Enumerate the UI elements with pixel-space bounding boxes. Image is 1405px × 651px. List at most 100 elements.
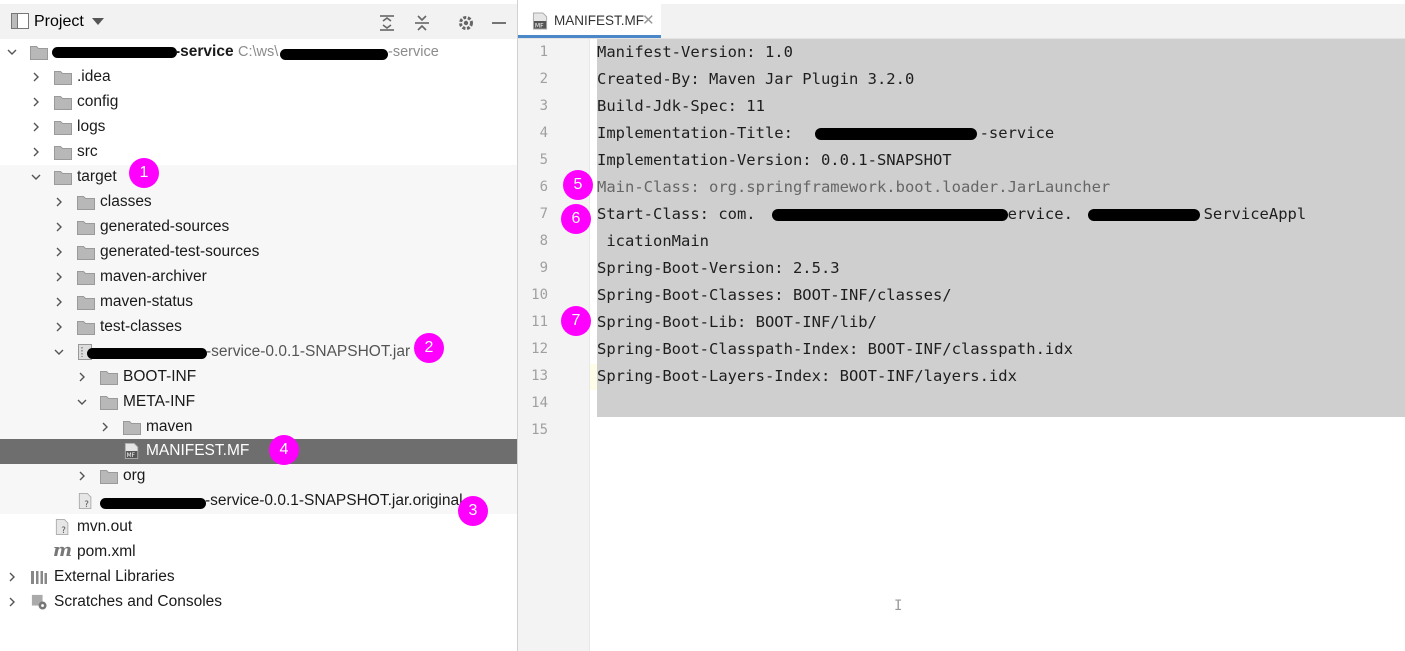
folder-icon xyxy=(54,146,72,160)
tree-item-generated-test-sources[interactable]: generated-test-sources xyxy=(0,240,517,265)
chevron-right-icon[interactable] xyxy=(29,70,43,84)
line-number: 13 xyxy=(531,368,548,384)
close-icon[interactable]: ✕ xyxy=(642,11,655,29)
chevron-down-icon[interactable] xyxy=(52,345,66,359)
tree-item-label: config xyxy=(77,93,119,110)
tree-item-classes[interactable]: classes xyxy=(0,190,517,215)
tree-item-boot-inf[interactable]: BOOT-INF xyxy=(0,365,517,390)
tree-item-path-suffix: -service xyxy=(388,44,439,60)
tree-item-scratches[interactable]: Scratches and Consoles xyxy=(0,590,517,615)
tree-item-src[interactable]: src xyxy=(0,140,517,165)
annotation-badge: 2 xyxy=(414,333,444,363)
tree-item-label: BOOT-INF xyxy=(123,368,197,385)
dropdown-arrow-icon[interactable] xyxy=(92,18,104,25)
tree-item-pom[interactable]: m pom.xml xyxy=(0,540,517,565)
chevron-right-icon[interactable] xyxy=(52,195,66,209)
chevron-right-icon[interactable] xyxy=(5,595,19,609)
code-line[interactable]: Main-Class: org.springframework.boot.loa… xyxy=(597,178,1110,196)
redaction xyxy=(1088,209,1200,221)
tree-item-maven[interactable]: maven xyxy=(0,415,517,440)
project-view-title[interactable]: Project xyxy=(34,13,84,31)
tree-item-root[interactable]: -service C:\ws\ -service xyxy=(0,40,517,65)
settings-gear-icon[interactable] xyxy=(457,14,475,32)
tree-item-idea[interactable]: .idea xyxy=(0,65,517,90)
chevron-right-icon[interactable] xyxy=(75,370,89,384)
chevron-right-icon[interactable] xyxy=(52,270,66,284)
line-number: 8 xyxy=(539,233,548,249)
svg-text:?: ? xyxy=(61,526,66,535)
line-number: 5 xyxy=(539,152,548,168)
code-line[interactable]: Implementation-Version: 0.0.1-SNAPSHOT xyxy=(597,151,952,169)
code-line[interactable]: Spring-Boot-Classpath-Index: BOOT-INF/cl… xyxy=(597,340,1073,358)
tree-item-meta-inf[interactable]: META-INF xyxy=(0,390,517,415)
editor-tab-bar: MF MANIFEST.MF ✕ xyxy=(518,4,1405,39)
chevron-down-icon[interactable] xyxy=(5,45,19,59)
unknown-file-icon: ? xyxy=(78,493,92,509)
tab-manifest[interactable]: MF MANIFEST.MF ✕ xyxy=(518,4,661,38)
annotation-badge: 7 xyxy=(561,306,591,336)
redaction xyxy=(280,49,388,60)
chevron-right-icon[interactable] xyxy=(52,220,66,234)
tree-item-generated-sources[interactable]: generated-sources xyxy=(0,215,517,240)
svg-text:?: ? xyxy=(84,500,89,509)
chevron-right-icon[interactable] xyxy=(75,469,89,483)
folder-icon xyxy=(100,470,118,484)
tree-item-maven-status[interactable]: maven-status xyxy=(0,290,517,315)
folder-icon xyxy=(123,421,141,435)
svg-text:MF: MF xyxy=(127,453,135,459)
chevron-right-icon[interactable] xyxy=(52,320,66,334)
chevron-right-icon[interactable] xyxy=(52,245,66,259)
redaction xyxy=(87,348,207,359)
code-line[interactable]: Manifest-Version: 1.0 xyxy=(597,43,793,61)
code-line[interactable]: Created-By: Maven Jar Plugin 3.2.0 xyxy=(597,70,914,88)
chevron-right-icon[interactable] xyxy=(98,420,112,434)
expand-all-icon[interactable] xyxy=(378,14,396,32)
hide-minus-icon[interactable] xyxy=(490,14,508,32)
tree-item-label: -service-0.0.1-SNAPSHOT.jar.original xyxy=(205,492,463,509)
chevron-right-icon[interactable] xyxy=(29,95,43,109)
folder-icon xyxy=(100,371,118,385)
project-view-icon xyxy=(11,13,29,29)
chevron-right-icon[interactable] xyxy=(52,295,66,309)
redaction xyxy=(100,498,206,509)
tree-item-label: generated-sources xyxy=(100,218,230,235)
folder-icon xyxy=(77,221,95,235)
chevron-right-icon[interactable] xyxy=(29,145,43,159)
tree-item-config[interactable]: config xyxy=(0,90,517,115)
tree-item-label: maven-archiver xyxy=(100,268,207,285)
tree-item-manifest[interactable]: MF MANIFEST.MF xyxy=(0,439,517,464)
tree-item-target[interactable]: target xyxy=(0,165,517,190)
chevron-right-icon[interactable] xyxy=(5,570,19,584)
tree-item-maven-archiver[interactable]: maven-archiver xyxy=(0,265,517,290)
tree-item-label: maven-status xyxy=(100,293,194,310)
tree-item-path: C:\ws\ xyxy=(238,44,279,60)
tree-item-org[interactable]: org xyxy=(0,464,517,489)
code-line[interactable]: Spring-Boot-Classes: BOOT-INF/classes/ xyxy=(597,286,952,304)
code-line[interactable]: Spring-Boot-Version: 2.5.3 xyxy=(597,259,840,277)
line-number: 1 xyxy=(539,44,548,60)
project-header: Project xyxy=(0,4,517,39)
code-line[interactable]: icationMain xyxy=(597,232,709,250)
tree-item-external-libraries[interactable]: External Libraries xyxy=(0,565,517,590)
tree-item-jar-original[interactable]: ? -service-0.0.1-SNAPSHOT.jar.original xyxy=(0,489,517,514)
line-number: 4 xyxy=(539,125,548,141)
chevron-down-icon[interactable] xyxy=(75,395,89,409)
tree-item-label: Scratches and Consoles xyxy=(54,593,223,610)
redaction xyxy=(52,47,177,58)
tab-label: MANIFEST.MF xyxy=(554,13,644,28)
line-number: 2 xyxy=(539,71,548,87)
code-line[interactable]: Spring-Boot-Layers-Index: BOOT-INF/layer… xyxy=(597,367,1017,385)
tree-item-logs[interactable]: logs xyxy=(0,115,517,140)
chevron-down-icon[interactable] xyxy=(29,170,43,184)
tree-item-label: org xyxy=(123,467,146,484)
line-number: 15 xyxy=(531,422,548,438)
tree-item-label: MANIFEST.MF xyxy=(146,442,250,459)
chevron-right-icon[interactable] xyxy=(29,120,43,134)
tree-item-mvn-out[interactable]: ? mvn.out xyxy=(0,515,517,540)
collapse-all-icon[interactable] xyxy=(413,14,431,32)
line-number: 3 xyxy=(539,98,548,114)
current-line-marker xyxy=(590,364,597,390)
code-line[interactable]: Spring-Boot-Lib: BOOT-INF/lib/ xyxy=(597,313,877,331)
code-line[interactable]: Build-Jdk-Spec: 11 xyxy=(597,97,765,115)
redaction xyxy=(772,209,1008,221)
